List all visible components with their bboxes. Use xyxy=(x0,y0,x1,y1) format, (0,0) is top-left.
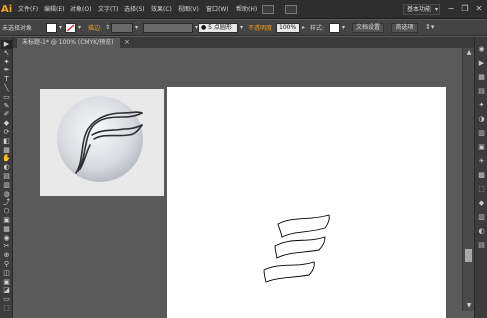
document-tab-bar: 未标题-1* @ 100% (CMYK/预览) × xyxy=(13,37,474,48)
tool-button[interactable]: ⬡ xyxy=(1,207,12,216)
tool-button[interactable]: ▣ xyxy=(1,216,12,225)
panel-dock: ◉ ▶ ▦ ▤ ✦ ◑ ▥ ▣ ☀ ▩ ⬚ ◆ ▥ ◐ ▤ xyxy=(474,37,487,318)
restore-button[interactable]: ❐ xyxy=(458,3,472,15)
tool-button[interactable]: ◫ xyxy=(1,269,12,278)
panel-icon[interactable]: ▤ xyxy=(476,241,487,250)
menu-effect[interactable]: 效果(C) xyxy=(151,6,172,14)
tool-button[interactable]: ✒ xyxy=(1,66,12,75)
tool-button[interactable]: ▥ xyxy=(1,181,12,190)
menu-select[interactable]: 选择(S) xyxy=(124,6,145,14)
panel-icon[interactable]: ▥ xyxy=(476,213,487,222)
reference-image[interactable] xyxy=(40,89,164,196)
stroke-weight-field[interactable] xyxy=(111,23,133,33)
panel-icon[interactable]: ✦ xyxy=(476,101,487,110)
tool-button[interactable]: ✐ xyxy=(1,110,12,119)
chevron-down-icon: ▾ xyxy=(434,6,438,13)
style-label: 样式: xyxy=(310,25,325,32)
workspace-label: 基本功能 xyxy=(407,6,432,13)
panel-icon[interactable]: ☀ xyxy=(476,157,487,166)
up-arrow-icon[interactable]: ▲ xyxy=(465,49,473,57)
tool-button[interactable]: ◉ xyxy=(1,234,12,243)
tool-button[interactable]: ⚲ xyxy=(1,260,12,269)
opacity-field[interactable]: 100% xyxy=(276,23,300,33)
tool-button[interactable]: ◆ xyxy=(1,119,12,128)
tool-button[interactable]: T xyxy=(1,75,12,84)
tool-button[interactable]: ↖ xyxy=(1,49,12,58)
tools-panel: ▶ ↖ ✦ ✒ T ╲ ▭ ✎ ✐ ◆ ⟳ ◧ ▦ ✋ ◐ ▤ ▥ ◍ ⤴ ⬡ ▣ ▦ ◉ ✂ ⊕ ⚲ ◫ ▣ ◪ ▭ ⬚ xyxy=(0,37,13,318)
tool-button[interactable]: ▶ xyxy=(1,40,12,49)
tool-button[interactable]: ◪ xyxy=(1,286,12,295)
selection-status: 未选择对象 xyxy=(2,25,33,32)
stroke-weight-stepper[interactable]: ⇕ xyxy=(104,23,111,33)
panel-icon[interactable]: ▥ xyxy=(476,129,487,138)
close-icon[interactable]: × xyxy=(124,38,132,47)
chevron-down-icon[interactable]: ▾ xyxy=(57,23,64,33)
panel-icon[interactable]: ◐ xyxy=(476,227,487,236)
chevron-down-icon[interactable]: ▾ xyxy=(340,23,347,33)
tool-button[interactable]: ▭ xyxy=(1,93,12,102)
scrollbar-thumb[interactable] xyxy=(465,249,472,262)
panel-icon[interactable]: ◆ xyxy=(476,199,487,208)
stroke-swatch[interactable] xyxy=(65,23,76,33)
chevron-down-icon[interactable]: ▾ xyxy=(76,23,83,33)
tool-button[interactable]: ✋ xyxy=(1,154,12,163)
tool-button[interactable]: ✂ xyxy=(1,242,12,251)
tool-button[interactable]: ▦ xyxy=(1,225,12,234)
tool-button[interactable]: ◐ xyxy=(1,163,12,172)
workspace-switcher[interactable]: 基本功能 ▾ xyxy=(403,4,440,15)
tool-button[interactable]: ✎ xyxy=(1,102,12,111)
panel-icon[interactable]: ▤ xyxy=(476,87,487,96)
menu-bar: Ai 文件(F) 编辑(E) 对象(O) 文字(T) 选择(S) 效果(C) 视… xyxy=(0,0,487,19)
tool-button[interactable]: ⊕ xyxy=(1,251,12,260)
close-button[interactable]: ✕ xyxy=(472,3,486,15)
tool-button[interactable]: ⤴ xyxy=(1,198,12,207)
tool-button[interactable]: ✦ xyxy=(1,58,12,67)
vertical-scrollbar[interactable]: ▲ ▼ xyxy=(462,48,474,311)
menu-object[interactable]: 对象(O) xyxy=(70,6,91,14)
chevron-right-icon[interactable]: ▸ xyxy=(300,23,307,33)
panel-icon[interactable]: ⬚ xyxy=(476,185,487,194)
tool-button[interactable]: ◧ xyxy=(1,137,12,146)
document-tab[interactable]: 未标题-1* @ 100% (CMYK/预览) xyxy=(17,38,120,48)
reference-sketch xyxy=(57,96,143,182)
panel-icon[interactable]: ◑ xyxy=(476,115,487,124)
chevron-down-icon[interactable]: ▾ xyxy=(238,23,245,33)
variable-width-profile[interactable] xyxy=(143,23,193,33)
panel-menu-icon[interactable]: ⇕▾ xyxy=(425,24,434,31)
ai-logo-icon: Ai xyxy=(1,4,13,15)
chevron-down-icon[interactable]: ▾ xyxy=(133,23,140,33)
brush-definition[interactable]: ● 5 点圆形 xyxy=(198,23,238,33)
minimize-button[interactable]: − xyxy=(444,3,458,15)
arrange-documents-icon[interactable] xyxy=(285,5,297,14)
tool-button[interactable]: ▭ xyxy=(1,295,12,304)
menu-view[interactable]: 视图(V) xyxy=(178,6,199,14)
stroke-drawing xyxy=(263,214,330,283)
fill-swatch[interactable] xyxy=(46,23,57,33)
opacity-label[interactable]: 不透明度 xyxy=(248,25,272,32)
tool-button[interactable]: ▤ xyxy=(1,172,12,181)
menu-edit[interactable]: 编辑(E) xyxy=(44,6,64,14)
document-setup-button[interactable]: 文档设置 xyxy=(352,23,384,33)
tool-button[interactable]: ╲ xyxy=(1,84,12,93)
tool-button[interactable]: ⬚ xyxy=(1,304,12,313)
control-bar: 未选择对象 ▾ ▾ 描边: ⇕ ▾ ▾ ● 5 点圆形 ▾ 不透明度 100% … xyxy=(0,20,487,36)
preferences-button[interactable]: 首选项 xyxy=(391,23,418,33)
menu-help[interactable]: 帮助(H) xyxy=(236,6,257,14)
stroke-label[interactable]: 描边: xyxy=(88,25,102,32)
panel-icon[interactable]: ◉ xyxy=(476,45,487,54)
tool-button[interactable]: ⟳ xyxy=(1,128,12,137)
menu-file[interactable]: 文件(F) xyxy=(18,6,38,14)
tool-button[interactable]: ▣ xyxy=(1,278,12,287)
menu-window[interactable]: 窗口(W) xyxy=(206,6,229,14)
panel-icon[interactable]: ▶ xyxy=(476,59,487,68)
menu-type[interactable]: 文字(T) xyxy=(98,6,118,14)
bridge-icon[interactable] xyxy=(262,5,274,14)
panel-icon[interactable]: ▣ xyxy=(476,143,487,152)
graphic-style-swatch[interactable] xyxy=(329,23,340,33)
no-stroke-icon xyxy=(66,24,75,32)
panel-icon[interactable]: ▩ xyxy=(476,171,487,180)
panel-icon[interactable]: ▦ xyxy=(476,73,487,82)
down-arrow-icon[interactable]: ▼ xyxy=(465,302,473,310)
artboard[interactable] xyxy=(167,87,446,318)
